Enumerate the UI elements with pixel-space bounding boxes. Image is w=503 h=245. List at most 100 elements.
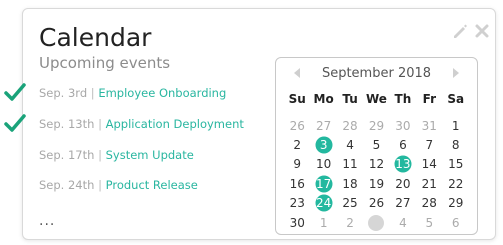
weekday-label: Sa (447, 92, 465, 106)
calendar-day[interactable]: 14 (416, 155, 442, 174)
event-item[interactable]: Sep. 24th | Product Release (39, 177, 198, 193)
event-date: Sep. 3rd (39, 86, 88, 100)
event-link[interactable]: Product Release (106, 178, 198, 192)
calendar-week: 30 1 2 4 5 6 (284, 213, 469, 232)
close-icon[interactable] (474, 23, 490, 39)
event-item[interactable]: Sep. 13th | Application Deployment (39, 116, 244, 132)
calendar-week: 26 27 28 29 30 31 1 (284, 116, 469, 135)
calendar-day[interactable]: 4 (390, 213, 416, 232)
day-number: 1 (319, 215, 328, 230)
calendar-day[interactable]: 26 (363, 194, 389, 213)
calendar-day[interactable]: 22 (443, 174, 469, 193)
calendar-day[interactable]: 30 (390, 116, 416, 135)
day-number: 31 (421, 118, 437, 133)
calendar-day[interactable]: 21 (416, 174, 442, 193)
calendar-day[interactable]: 12 (363, 155, 389, 174)
day-number: 26 (368, 196, 385, 211)
calendar-day[interactable]: 20 (390, 174, 416, 193)
day-number: 9 (293, 157, 302, 172)
calendar-day[interactable]: 29 (443, 194, 469, 213)
calendar-day-event[interactable]: 3 (310, 135, 336, 154)
calendar-week: 16 17 18 19 20 21 22 (284, 174, 469, 193)
day-number: 12 (368, 157, 385, 172)
calendar-day[interactable]: 4 (337, 135, 363, 154)
calendar-day[interactable]: 28 (416, 194, 442, 213)
calendar-day-event[interactable]: 17 (310, 174, 336, 193)
calendar-day-event[interactable]: 13 (390, 155, 416, 174)
mini-calendar: September 2018 Su Mo Tu We Th Fr Sa 26 27 28 29 30… (275, 57, 478, 235)
weekday-label: Tu (342, 92, 358, 106)
day-number: 2 (346, 215, 354, 230)
calendar-widget: Calendar Upcoming events Sep. 3rd | Empl… (22, 8, 496, 240)
weekday-label: Fr (422, 92, 436, 106)
day-number: 4 (399, 215, 407, 230)
chevron-right-icon[interactable] (453, 68, 459, 78)
calendar-day[interactable]: 5 (416, 213, 442, 232)
calendar-day[interactable]: 11 (337, 155, 363, 174)
calendar-day[interactable]: 6 (390, 135, 416, 154)
event-date: Sep. 13th (39, 117, 95, 131)
event-item[interactable]: Sep. 3rd | Employee Onboarding (39, 85, 226, 101)
calendar-day-event[interactable]: 24 (310, 194, 336, 213)
day-number: 6 (451, 215, 460, 230)
calendar-day[interactable]: 8 (443, 135, 469, 154)
calendar-day[interactable]: 7 (416, 135, 442, 154)
calendar-day[interactable]: 1 (443, 116, 469, 135)
calendar-day[interactable]: 26 (284, 116, 310, 135)
day-number: 15 (448, 157, 464, 172)
event-item[interactable]: Sep. 17th | System Update (39, 147, 194, 163)
day-number: 14 (421, 157, 437, 172)
weekday-header: Su Mo Tu We Th Fr Sa (284, 92, 469, 106)
day-number: 10 (315, 157, 332, 172)
calendar-day[interactable]: 2 (337, 213, 363, 232)
calendar-day[interactable]: 29 (363, 116, 389, 135)
day-number: 28 (342, 118, 358, 133)
pencil-icon[interactable] (452, 23, 468, 39)
day-number: 30 (289, 215, 305, 230)
day-number: 23 (289, 196, 305, 211)
event-link[interactable]: Employee Onboarding (98, 86, 226, 100)
calendar-grid: 26 27 28 29 30 31 1 2 3 4 5 6 7 8 9 10 11 12 13 14 15 16 17 18 1… (284, 116, 469, 232)
weekday-label: Su (288, 92, 306, 106)
calendar-day[interactable]: 6 (443, 213, 469, 232)
day-number: 19 (368, 176, 385, 191)
calendar-day[interactable]: 23 (284, 194, 310, 213)
calendar-day[interactable]: 30 (284, 213, 310, 232)
calendar-week: 9 10 11 12 13 14 15 (284, 155, 469, 174)
day-number: 24 (315, 196, 332, 211)
calendar-day[interactable]: 31 (416, 116, 442, 135)
calendar-day[interactable]: 27 (310, 116, 336, 135)
checkmark-icon (4, 113, 26, 133)
event-link[interactable]: System Update (106, 148, 194, 162)
calendar-day[interactable]: 27 (390, 194, 416, 213)
day-number: 5 (425, 215, 434, 230)
month-label: September 2018 (321, 66, 432, 81)
widget-title: Calendar (39, 23, 152, 52)
day-number: 6 (399, 138, 407, 153)
event-date: Sep. 17th (39, 148, 95, 162)
day-number: 13 (395, 157, 411, 172)
day-number: 3 (319, 138, 328, 153)
calendar-day[interactable]: 2 (284, 135, 310, 154)
day-number: 20 (395, 176, 411, 191)
day-number: 27 (395, 196, 411, 211)
calendar-day[interactable]: 25 (337, 194, 363, 213)
calendar-day[interactable]: 5 (363, 135, 389, 154)
weekday-label: Th (394, 92, 412, 106)
calendar-day[interactable]: 16 (284, 174, 310, 193)
calendar-day[interactable]: 9 (284, 155, 310, 174)
day-number: 4 (346, 138, 354, 153)
calendar-day[interactable]: 28 (337, 116, 363, 135)
calendar-day[interactable] (363, 213, 389, 232)
calendar-week: 2 3 4 5 6 7 8 (284, 135, 469, 154)
day-number: 26 (289, 118, 305, 133)
calendar-day[interactable]: 1 (310, 213, 336, 232)
calendar-day[interactable]: 10 (310, 155, 336, 174)
event-separator: | (98, 148, 102, 162)
calendar-day[interactable]: 18 (337, 174, 363, 193)
day-number: 29 (448, 196, 464, 211)
calendar-day[interactable]: 19 (363, 174, 389, 193)
event-link[interactable]: Application Deployment (106, 117, 244, 131)
day-number: 2 (293, 138, 302, 153)
calendar-day[interactable]: 15 (443, 155, 469, 174)
